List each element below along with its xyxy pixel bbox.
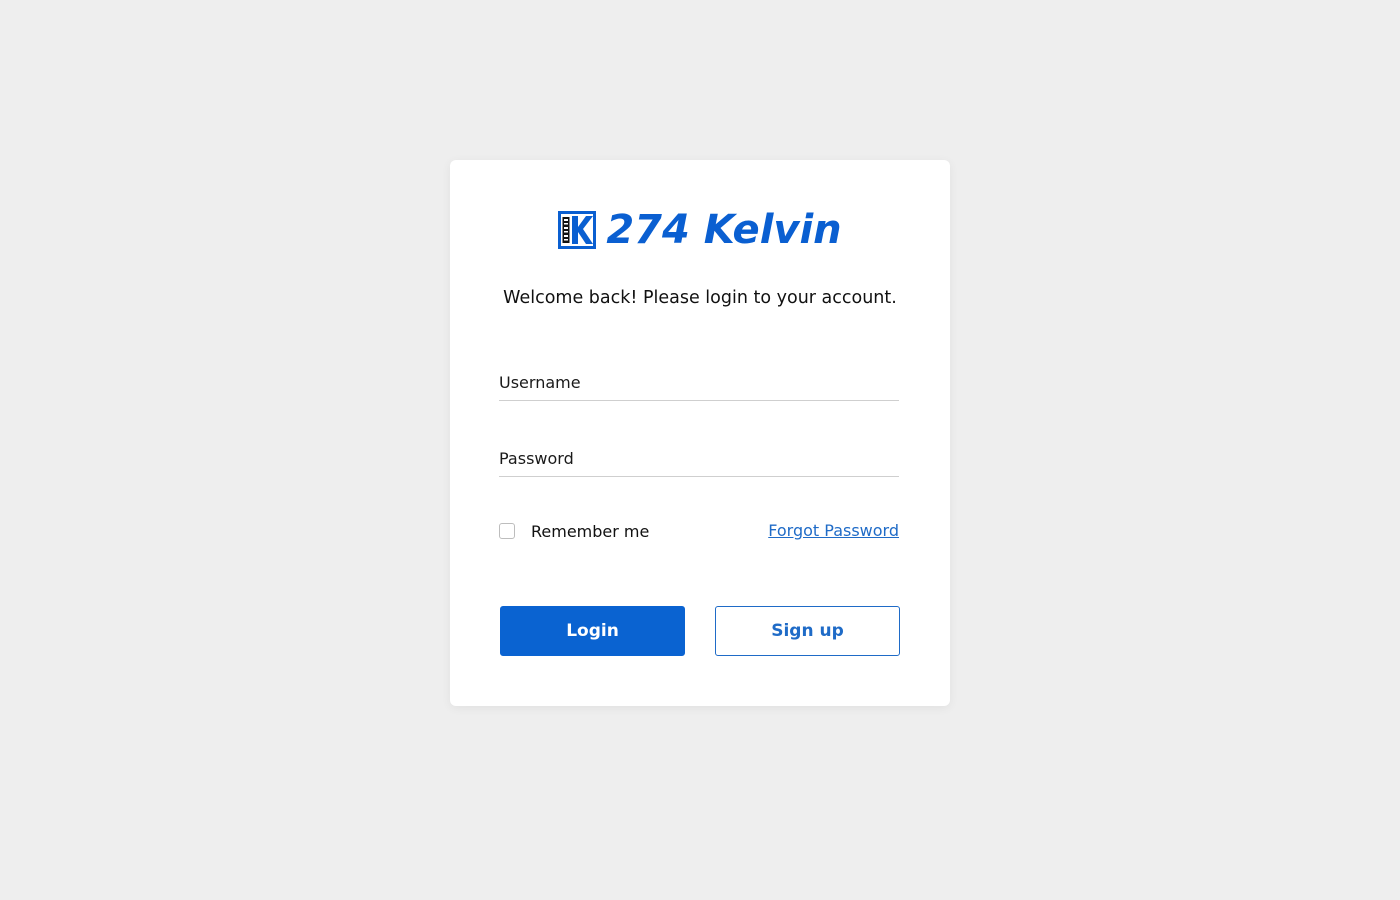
signup-button[interactable]: Sign up bbox=[715, 606, 900, 656]
forgot-password-link[interactable]: Forgot Password bbox=[768, 520, 899, 542]
username-field-wrapper bbox=[499, 364, 899, 401]
login-card: 274 Kelvin Welcome back! Please login to… bbox=[450, 160, 950, 706]
login-button[interactable]: Login bbox=[500, 606, 685, 656]
brand-logo: 274 Kelvin bbox=[550, 208, 850, 252]
remember-me-label: Remember me bbox=[531, 521, 650, 541]
remember-me-toggle[interactable]: Remember me bbox=[499, 520, 649, 542]
username-input[interactable] bbox=[499, 364, 899, 400]
remember-me-checkbox[interactable] bbox=[499, 523, 515, 539]
k-274-logo-icon bbox=[558, 211, 597, 249]
brand-name: 274 Kelvin bbox=[606, 207, 842, 253]
password-field-wrapper bbox=[499, 440, 899, 477]
welcome-message: Welcome back! Please login to your accou… bbox=[503, 288, 897, 308]
password-input[interactable] bbox=[499, 440, 899, 476]
